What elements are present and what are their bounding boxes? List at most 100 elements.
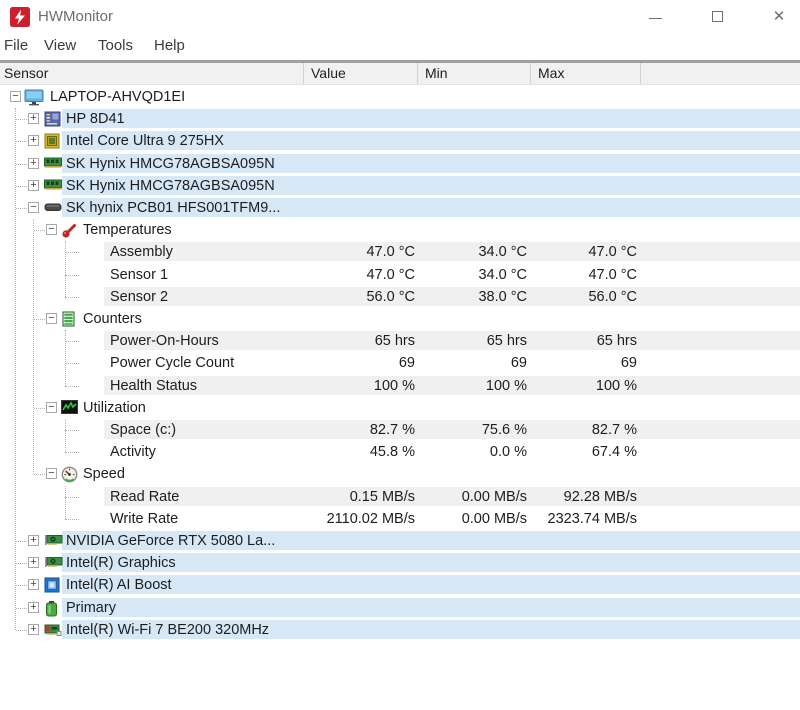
tree-connector xyxy=(34,474,45,475)
tree-row-hp-8d41[interactable]: + HP 8D41 xyxy=(0,108,800,130)
tree-row-intel-r-wi-fi-7-be200-320mhz[interactable]: + Intel(R) Wi-Fi 7 BE200 320MHz xyxy=(0,619,800,641)
collapse-minus-icon[interactable]: − xyxy=(28,202,39,213)
expand-plus-icon[interactable]: + xyxy=(28,602,39,613)
ram-icon xyxy=(44,178,62,191)
row-label: SK Hynix HMCG78AGBSA095N xyxy=(66,153,275,175)
expand-plus-icon[interactable]: + xyxy=(28,557,39,568)
expand-plus-icon[interactable]: + xyxy=(28,624,39,635)
expand-plus-icon[interactable]: + xyxy=(28,158,39,169)
row-highlight xyxy=(62,109,800,128)
tree-connector xyxy=(16,608,27,609)
expand-plus-icon[interactable]: + xyxy=(28,113,39,124)
expand-plus-icon[interactable]: + xyxy=(28,535,39,546)
collapse-minus-icon[interactable]: − xyxy=(46,402,57,413)
tree-row-counters[interactable]: − Counters xyxy=(0,308,800,330)
value-cell: 45.8 % xyxy=(280,441,415,463)
tree-connector xyxy=(65,430,79,431)
menu-bar: File View Tools Help xyxy=(0,34,800,60)
menu-tools[interactable]: Tools xyxy=(98,37,133,54)
row-label: Intel(R) AI Boost xyxy=(66,574,172,596)
value-cell: 100 % xyxy=(280,375,415,397)
tree-row-intel-r-ai-boost[interactable]: + Intel(R) AI Boost xyxy=(0,574,800,596)
value-cell: 82.7 % xyxy=(280,419,415,441)
tree-connector xyxy=(65,363,79,364)
ram-icon xyxy=(44,156,62,169)
column-sensor[interactable]: Sensor xyxy=(4,65,48,81)
menu-help[interactable]: Help xyxy=(154,37,185,54)
row-label: HP 8D41 xyxy=(66,108,125,130)
tree-connector xyxy=(16,119,27,120)
tree-row-space-c[interactable]: Space (c:) 82.7 % 75.6 % 82.7 % xyxy=(0,419,800,441)
tree-row-intel-core-ultra-9-275hx[interactable]: + Intel Core Ultra 9 275HX xyxy=(0,130,800,152)
column-separator[interactable] xyxy=(303,63,304,84)
tree-row-utilization[interactable]: − Utilization xyxy=(0,397,800,419)
tree-connector xyxy=(16,585,27,586)
tree-connector xyxy=(16,630,27,631)
max-cell: 82.7 % xyxy=(510,419,637,441)
maximize-button[interactable] xyxy=(694,0,740,32)
speed-gauge-icon xyxy=(61,466,78,483)
expand-plus-icon[interactable]: + xyxy=(28,579,39,590)
utilization-icon xyxy=(61,400,78,414)
menu-file[interactable]: File xyxy=(4,37,28,54)
max-cell: 100 % xyxy=(510,375,637,397)
tree-connector xyxy=(16,141,27,142)
row-label: Health Status xyxy=(110,375,197,397)
tree-row-temperatures[interactable]: − Temperatures xyxy=(0,219,800,241)
collapse-minus-icon[interactable]: − xyxy=(46,313,57,324)
tree-guide-line xyxy=(65,241,66,296)
tree-row-power-on-hours[interactable]: Power-On-Hours 65 hrs 65 hrs 65 hrs xyxy=(0,330,800,352)
tree-row-activity[interactable]: Activity 45.8 % 0.0 % 67.4 % xyxy=(0,441,800,463)
tree-row-intel-r-graphics[interactable]: + Intel(R) Graphics xyxy=(0,552,800,574)
tree-row-laptop-ahvqd1ei[interactable]: − LAPTOP-AHVQD1EI xyxy=(0,86,800,108)
column-separator[interactable] xyxy=(417,63,418,84)
row-label: NVIDIA GeForce RTX 5080 La... xyxy=(66,530,275,552)
minimize-button[interactable] xyxy=(632,0,678,32)
tree-row-sk-hynix-hmcg78agbsa095n[interactable]: + SK Hynix HMCG78AGBSA095N xyxy=(0,153,800,175)
column-max[interactable]: Max xyxy=(538,65,564,81)
ssd-icon xyxy=(44,200,62,213)
tree-connector xyxy=(65,497,79,498)
value-cell: 56.0 °C xyxy=(280,286,415,308)
row-label: Counters xyxy=(83,308,142,330)
column-min[interactable]: Min xyxy=(425,65,448,81)
tree-connector xyxy=(65,519,79,520)
row-label: Temperatures xyxy=(83,219,172,241)
close-button[interactable]: ✕ xyxy=(756,0,800,32)
tree-row-write-rate[interactable]: Write Rate 2110.02 MB/s 0.00 MB/s 2323.7… xyxy=(0,508,800,530)
expand-plus-icon[interactable]: + xyxy=(28,135,39,146)
tree-row-primary[interactable]: + Primary xyxy=(0,597,800,619)
tree-row-sk-hynix-hmcg78agbsa095n[interactable]: + SK Hynix HMCG78AGBSA095N xyxy=(0,175,800,197)
tree-connector xyxy=(34,230,45,231)
gpu-icon xyxy=(44,555,63,568)
tree-row-power-cycle-count[interactable]: Power Cycle Count 69 69 69 xyxy=(0,352,800,374)
row-label: SK hynix PCB01 HFS001TFM9... xyxy=(66,197,280,219)
max-cell: 2323.74 MB/s xyxy=(510,508,637,530)
expand-plus-icon[interactable]: + xyxy=(28,180,39,191)
tree-guide-line xyxy=(65,486,66,519)
column-separator[interactable] xyxy=(530,63,531,84)
collapse-minus-icon[interactable]: − xyxy=(46,224,57,235)
window-title: HWMonitor xyxy=(38,8,113,25)
max-cell: 69 xyxy=(510,352,637,374)
value-cell: 2110.02 MB/s xyxy=(280,508,415,530)
tree-row-assembly[interactable]: Assembly 47.0 °C 34.0 °C 47.0 °C xyxy=(0,241,800,263)
tree-row-nvidia-geforce-rtx-5080-la[interactable]: + NVIDIA GeForce RTX 5080 La... xyxy=(0,530,800,552)
motherboard-icon xyxy=(44,111,61,127)
collapse-minus-icon[interactable]: − xyxy=(10,91,21,102)
menu-view[interactable]: View xyxy=(44,37,76,54)
tree-row-sensor-1[interactable]: Sensor 1 47.0 °C 34.0 °C 47.0 °C xyxy=(0,264,800,286)
collapse-minus-icon[interactable]: − xyxy=(46,468,57,479)
tree-connector xyxy=(16,563,27,564)
tree-row-sk-hynix-pcb01-hfs001tfm9[interactable]: − SK hynix PCB01 HFS001TFM9... xyxy=(0,197,800,219)
tree-row-read-rate[interactable]: Read Rate 0.15 MB/s 0.00 MB/s 92.28 MB/s xyxy=(0,486,800,508)
row-label: Sensor 2 xyxy=(110,286,168,308)
max-cell: 56.0 °C xyxy=(510,286,637,308)
tree-row-speed[interactable]: − Speed xyxy=(0,463,800,485)
column-value[interactable]: Value xyxy=(311,65,346,81)
tree-row-sensor-2[interactable]: Sensor 2 56.0 °C 38.0 °C 56.0 °C xyxy=(0,286,800,308)
tree-row-health-status[interactable]: Health Status 100 % 100 % 100 % xyxy=(0,375,800,397)
row-label: Intel(R) Wi-Fi 7 BE200 320MHz xyxy=(66,619,269,641)
value-cell: 47.0 °C xyxy=(280,241,415,263)
column-separator[interactable] xyxy=(640,63,641,84)
